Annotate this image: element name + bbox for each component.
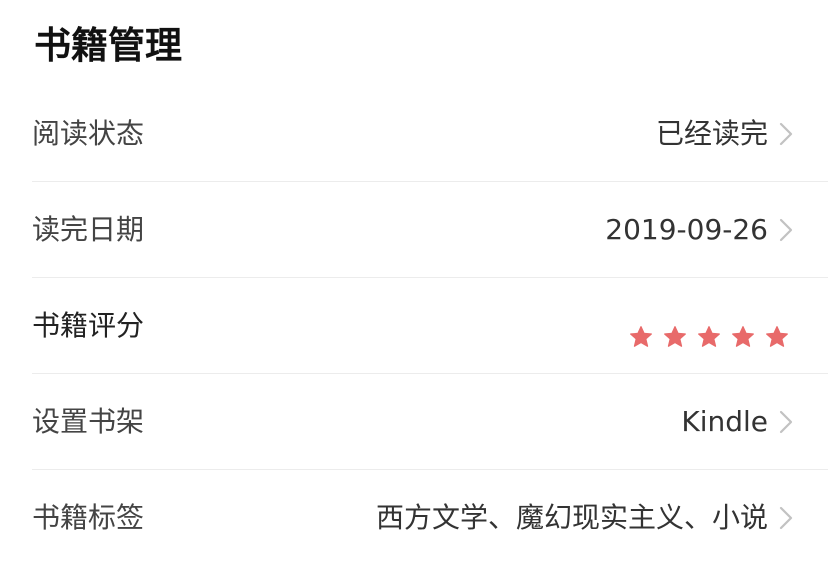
reading-status-label: 阅读状态 [32, 117, 145, 150]
chevron-right-icon [778, 506, 794, 530]
book-tags-value: 西方文学、魔幻现实主义、小说 [375, 501, 768, 534]
chevron-right-icon [778, 122, 794, 146]
chevron-right-icon [778, 218, 794, 242]
book-tags-label: 书籍标签 [32, 501, 145, 534]
star-icon[interactable] [628, 324, 654, 350]
book-rating-label: 书籍评分 [32, 309, 145, 342]
chevron-right-icon [778, 410, 794, 434]
reading-status-row[interactable]: 阅读状态 已经读完 [0, 86, 828, 182]
reading-status-value: 已经读完 [655, 117, 768, 150]
settings-list: 阅读状态 已经读完 读完日期 2019-09-26 书籍评分 设置书架 Kind… [0, 86, 828, 566]
bookshelf-value: Kindle [681, 405, 768, 438]
book-rating-row: 书籍评分 [0, 278, 828, 374]
star-icon[interactable] [662, 324, 688, 350]
finish-date-value: 2019-09-26 [605, 213, 768, 246]
star-icon[interactable] [730, 324, 756, 350]
page-title: 书籍管理 [34, 24, 182, 67]
book-tags-row[interactable]: 书籍标签 西方文学、魔幻现实主义、小说 [0, 470, 828, 566]
finish-date-label: 读完日期 [32, 213, 145, 246]
finish-date-row[interactable]: 读完日期 2019-09-26 [0, 182, 828, 278]
bookshelf-label: 设置书架 [32, 405, 145, 438]
star-icon[interactable] [764, 324, 790, 350]
star-rating[interactable] [628, 324, 790, 350]
bookshelf-row[interactable]: 设置书架 Kindle [0, 374, 828, 470]
star-icon[interactable] [696, 324, 722, 350]
